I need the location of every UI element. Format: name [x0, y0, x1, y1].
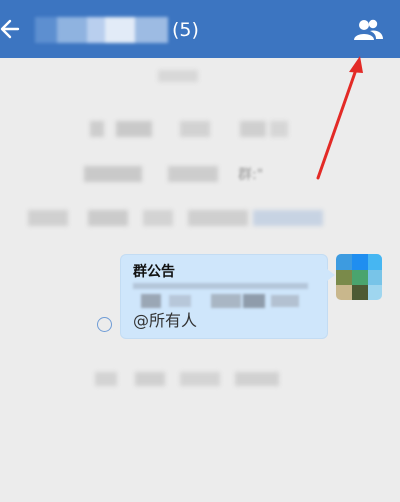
system-message-blurred: [158, 70, 198, 82]
back-arrow-icon[interactable]: [0, 12, 24, 46]
announcement-mention: @所有人: [133, 311, 198, 330]
annotation-arrow: [316, 56, 363, 180]
system-message-blurred: [95, 372, 285, 386]
member-count: (5): [172, 19, 199, 41]
group-members-icon[interactable]: [350, 16, 386, 44]
message-select-radio[interactable]: [97, 317, 112, 332]
system-message-blurred: [90, 121, 290, 137]
system-message-fragment: 群:": [238, 167, 264, 183]
sender-avatar[interactable]: [336, 254, 382, 300]
system-message-blurred: [28, 210, 328, 226]
system-message-blurred: [84, 166, 234, 182]
announcement-content-blurred: [133, 283, 313, 311]
group-announcement-card[interactable]: 群公告 @所有人: [120, 254, 335, 339]
group-name-blurred: [35, 17, 168, 43]
announcement-title: 群公告: [133, 264, 175, 280]
